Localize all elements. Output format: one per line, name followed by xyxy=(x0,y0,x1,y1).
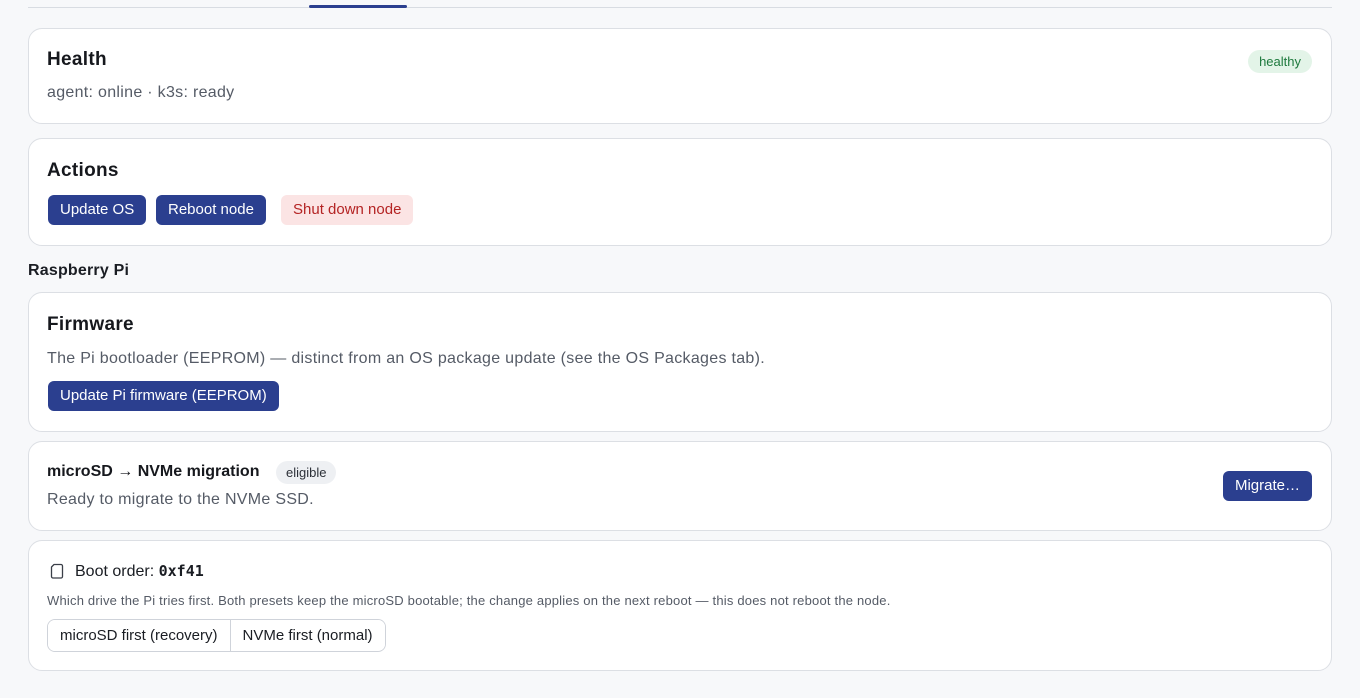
health-title: Health xyxy=(47,49,107,70)
tab-bar-divider xyxy=(28,7,1332,8)
reboot-node-button[interactable]: Reboot node xyxy=(156,195,266,225)
migration-status-badge: eligible xyxy=(276,461,337,484)
migrate-button[interactable]: Migrate… xyxy=(1222,471,1312,501)
boot-order-value: 0xf41 xyxy=(158,562,204,580)
health-card: Health agent: online · k3s: ready health… xyxy=(28,28,1332,124)
update-os-button[interactable]: Update OS xyxy=(48,195,147,225)
actions-card: Actions Update OS Reboot node Shut down … xyxy=(28,138,1332,246)
node-detail-page: Health agent: online · k3s: ready health… xyxy=(0,0,1360,698)
sd-card-icon xyxy=(50,563,64,579)
boot-order-label-text: Boot order: xyxy=(75,563,159,580)
firmware-title: Firmware xyxy=(47,314,134,335)
boot-order-preset-group: microSD first (recovery) NVMe first (nor… xyxy=(47,619,386,652)
boot-order-description: Which drive the Pi tries first. Both pre… xyxy=(47,593,891,608)
firmware-card: Firmware The Pi bootloader (EEPROM) — di… xyxy=(28,292,1332,432)
migration-title: microSD → NVMe migration xyxy=(47,463,260,480)
section-heading-raspberry-pi: Raspberry Pi xyxy=(28,262,130,279)
boot-order-label: Boot order: 0xf41 xyxy=(75,562,204,581)
health-status-badge: healthy xyxy=(1248,50,1312,73)
actions-title: Actions xyxy=(47,160,119,181)
preset-microsd-first-button[interactable]: microSD first (recovery) xyxy=(48,620,230,651)
preset-nvme-first-button[interactable]: NVMe first (normal) xyxy=(229,620,385,651)
active-tab-indicator xyxy=(309,5,407,8)
migration-card: microSD → NVMe migration eligible Ready … xyxy=(28,441,1332,531)
shutdown-node-button[interactable]: Shut down node xyxy=(281,195,414,225)
migration-description: Ready to migrate to the NVMe SSD. xyxy=(47,491,314,508)
health-status-text: agent: online · k3s: ready xyxy=(47,84,235,101)
update-firmware-button[interactable]: Update Pi firmware (EEPROM) xyxy=(48,381,279,411)
firmware-description: The Pi bootloader (EEPROM) — distinct fr… xyxy=(47,350,765,367)
boot-order-card: Boot order: 0xf41 Which drive the Pi tri… xyxy=(28,540,1332,671)
